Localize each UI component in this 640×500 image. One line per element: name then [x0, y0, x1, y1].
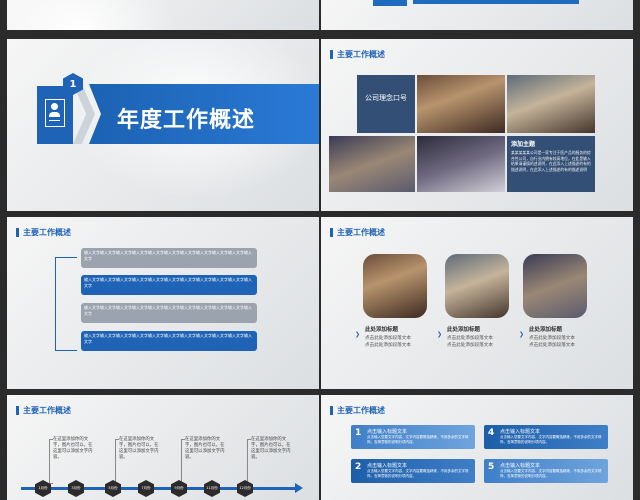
photo-discussion [329, 136, 415, 192]
slide-header: 主要工作概述 [16, 227, 71, 238]
list-item: 输入文字输入文字输入文字输入文字输入文字输入文字输入文字输入文字输入文字输入文字… [81, 331, 257, 351]
item-body: 点击输入您要文字内容，文字内容要概括精炼，不用多余的文字修饰，言简意赅的说明分项… [367, 435, 469, 444]
slide-section-title[interactable]: 1 年度工作概述 [7, 39, 319, 211]
slogan-text: 公司理念口号 [365, 94, 407, 102]
numbered-item: 2 点击输入标题文本 点击输入您要文字内容，文字内容要概括精炼，不用多余的文字修… [351, 459, 475, 483]
list-item: 输入文字输入文字输入文字输入文字输入文字输入文字输入文字输入文字输入文字输入文字… [81, 248, 257, 268]
numbered-item: 5 点击输入标题文本 点击输入您要文字内容，文字内容要概括精炼，不用多余的文字修… [484, 459, 608, 483]
card-line: 点击此处添加段落文本 [529, 343, 575, 348]
slide-thumbnail-grid: 1 年度工作概述 主要工作概述 公司理念口号 添加主题 某某某某某公司是一家专注… [0, 0, 640, 500]
desc-title: 添加主题 [511, 141, 536, 148]
section-title: 年度工作概述 [117, 108, 256, 133]
slogan-box [357, 75, 415, 133]
item-title: 点击输入标题文本 [500, 463, 541, 469]
item-body: 点击输入您要文字内容，文字内容要概括精炼，不用多余的文字修饰，言简意赅的说明分项… [500, 469, 602, 478]
timeline-note: 在这里添加你的文字，图片也可以，在这里可以添加文字内容。 [251, 437, 291, 460]
card: ❯ 此处添加标题 点击此处添加段落文本 点击此处添加段落文本 [437, 325, 519, 348]
card: ❯ 此处添加标题 点击此处添加段落文本 点击此处添加段落文本 [355, 325, 437, 348]
photo-office [417, 136, 505, 192]
desc-box: 添加主题 某某某某某公司是一家专注于医产品的服务的综合性公司，自行业内拥有较高地… [507, 136, 595, 192]
card-title: 此处添加标题 [529, 327, 563, 333]
card-line: 点击此处添加段落文本 [447, 336, 493, 341]
numbered-item: 1 点击输入标题文本 点击输入您要文字内容，文字内容要概括精炼，不用多余的文字修… [351, 425, 475, 449]
card-line: 点击此处添加段落文本 [365, 343, 411, 348]
note-connector [115, 439, 119, 484]
month-node: 7月份 [138, 480, 154, 497]
card-title: 此处添加标题 [365, 327, 399, 333]
note-connector [247, 439, 251, 484]
photo-meeting [507, 75, 595, 133]
photo-conference [417, 75, 505, 133]
item-number: 5 [488, 462, 495, 472]
timeline-note: 在这里添加你的文字，图片也可以，在这里可以添加文字内容。 [53, 437, 93, 460]
numbered-item: 4 点击输入标题文本 点击输入您要文字内容，文字内容要概括精炼，不用多余的文字修… [484, 425, 608, 449]
title-bar [413, 0, 579, 4]
timeline-axis [21, 487, 297, 490]
profile-card-icon [45, 99, 65, 127]
slide-timeline[interactable]: 主要工作概述 在这里添加你的文字，图片也可以，在这里可以添加文字内容。 在这里添… [7, 395, 319, 500]
card-title: 此处添加标题 [447, 327, 481, 333]
month-node: 11月份 [204, 480, 220, 497]
bracket-line [55, 257, 77, 351]
slide-header: 主要工作概述 [330, 227, 385, 238]
card-line: 点击此处添加段落文本 [447, 343, 493, 348]
desc-text: 某某某某某公司是一家专注于医产品的服务的综合性公司，自行业内拥有较高地位，在此是… [511, 150, 591, 172]
item-number: 4 [488, 428, 495, 438]
list-item: 输入文字输入文字输入文字输入文字输入文字输入文字输入文字输入文字输入文字输入文字… [81, 275, 257, 295]
card-photo [523, 254, 587, 318]
month-node: 3月份 [68, 480, 84, 497]
card-line: 点击此处添加段落文本 [365, 336, 411, 341]
slide-company-overview[interactable]: 主要工作概述 公司理念口号 添加主题 某某某某某公司是一家专注于医产品的服务的综… [321, 39, 633, 211]
card-photo [363, 254, 427, 318]
slide-thumb-0-right[interactable] [321, 0, 633, 30]
slide-thumb-0-left[interactable] [7, 0, 319, 30]
list-item: 输入文字输入文字输入文字输入文字输入文字输入文字输入文字输入文字输入文字输入文字… [81, 303, 257, 323]
slide-photo-cards[interactable]: 主要工作概述 ❯ 此处添加标题 点击此处添加段落文本 点击此处添加段落文本 ❯ … [321, 217, 633, 389]
timeline-note: 在这里添加你的文字，图片也可以，在这里可以添加文字内容。 [119, 437, 159, 460]
item-body: 点击输入您要文字内容，文字内容要概括精炼，不用多余的文字修饰，言简意赅的说明分项… [500, 435, 602, 444]
slide-numbered-items[interactable]: 主要工作概述 1 点击输入标题文本 点击输入您要文字内容，文字内容要概括精炼，不… [321, 395, 633, 500]
item-title: 点击输入标题文本 [367, 463, 408, 469]
slide-shine [7, 0, 177, 30]
item-title: 点击输入标题文本 [367, 429, 408, 435]
card-line: 点击此处添加段落文本 [529, 336, 575, 341]
item-title: 点击输入标题文本 [500, 429, 541, 435]
section-number: 1 [69, 78, 77, 90]
note-connector [181, 439, 185, 484]
card-photo [445, 254, 509, 318]
timeline-arrow-icon [295, 483, 303, 493]
note-connector [49, 439, 53, 484]
card: ❯ 此处添加标题 点击此处添加段落文本 点击此处添加段落文本 [519, 325, 601, 348]
slide-work-list[interactable]: 主要工作概述 输入文字输入文字输入文字输入文字输入文字输入文字输入文字输入文字输… [7, 217, 319, 389]
item-number: 1 [355, 428, 362, 438]
slide-header: 主要工作概述 [330, 49, 385, 60]
slide-header: 主要工作概述 [16, 405, 71, 416]
item-body: 点击输入您要文字内容，文字内容要概括精炼，不用多余的文字修饰，言简意赅的说明分项… [367, 469, 469, 478]
item-number: 2 [355, 462, 362, 472]
timeline-note: 在这里添加你的文字，图片也可以，在这里可以添加文字内容。 [185, 437, 225, 460]
title-tag [373, 0, 407, 6]
slide-header: 主要工作概述 [330, 405, 385, 416]
